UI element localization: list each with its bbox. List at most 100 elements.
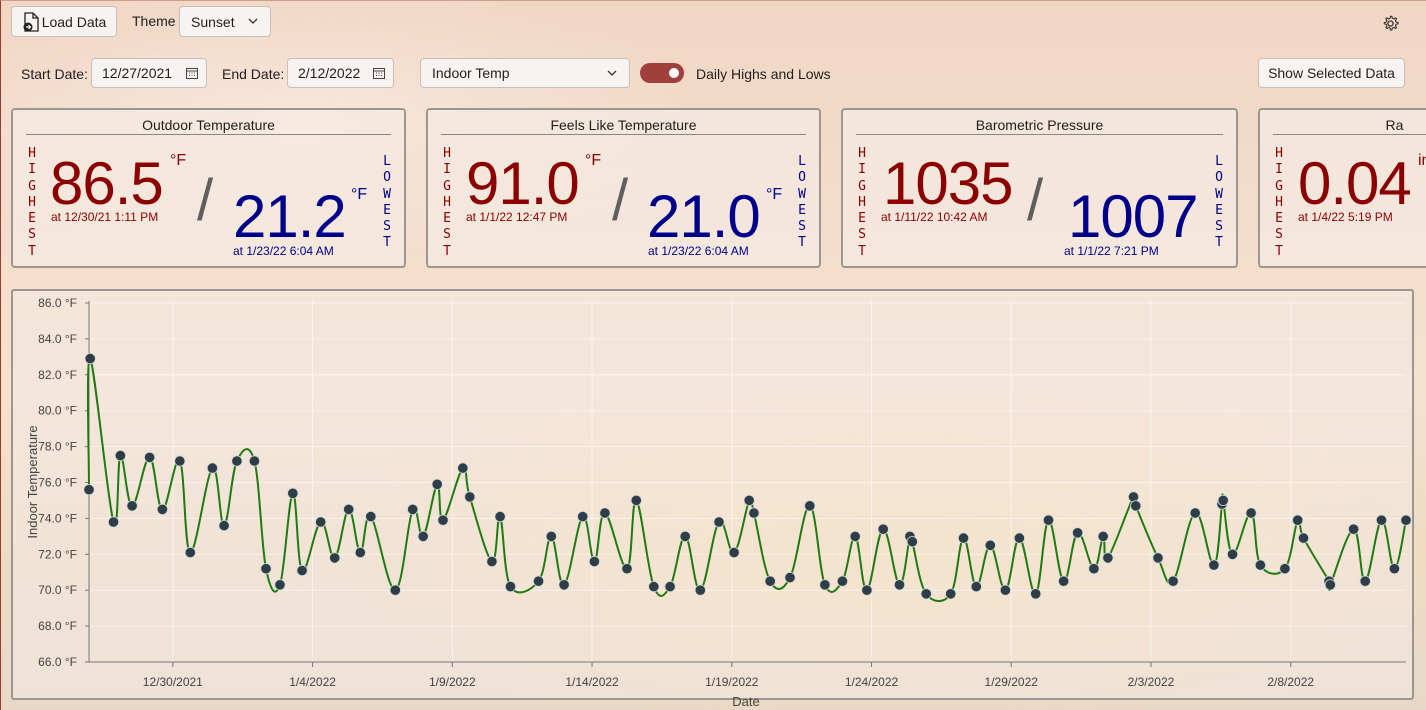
- data-point[interactable]: [1102, 552, 1114, 564]
- data-point[interactable]: [819, 579, 831, 591]
- data-point[interactable]: [1279, 563, 1291, 575]
- data-point[interactable]: [748, 507, 760, 519]
- data-point[interactable]: [764, 575, 776, 587]
- data-point[interactable]: [464, 491, 476, 503]
- y-tick-label: 66.0 °F: [38, 655, 77, 669]
- data-point[interactable]: [1152, 552, 1164, 564]
- data-point[interactable]: [558, 579, 570, 591]
- data-point[interactable]: [437, 514, 449, 526]
- data-point[interactable]: [389, 584, 401, 596]
- data-point[interactable]: [407, 503, 419, 515]
- data-point[interactable]: [1058, 575, 1070, 587]
- indoor-temperature-chart: 66.0 °F 68.0 °F 70.0 °F 72.0 °F 74.0 °F 76.0 …: [25, 296, 1412, 709]
- data-point[interactable]: [679, 530, 691, 543]
- data-point[interactable]: [957, 532, 970, 544]
- data-point[interactable]: [630, 494, 642, 506]
- data-point[interactable]: [84, 352, 96, 365]
- x-axis-title: Date: [732, 694, 759, 709]
- data-point[interactable]: [599, 507, 611, 519]
- data-point[interactable]: [984, 539, 996, 551]
- data-point[interactable]: [457, 462, 469, 474]
- data-point[interactable]: [1375, 514, 1388, 526]
- data-point[interactable]: [83, 484, 95, 496]
- data-point[interactable]: [836, 575, 849, 587]
- data-point[interactable]: [504, 580, 517, 593]
- data-point[interactable]: [274, 579, 286, 591]
- data-point[interactable]: [743, 494, 755, 506]
- y-tick-label: 74.0 °F: [38, 511, 77, 525]
- data-point[interactable]: [1030, 588, 1042, 600]
- data-point[interactable]: [861, 584, 873, 596]
- data-point[interactable]: [365, 510, 377, 523]
- data-point[interactable]: [248, 455, 260, 467]
- x-tick-labels: 12/30/2021 1/4/2022 1/9/2022 1/14/2022 1/19/…: [143, 662, 1314, 689]
- x-tick-label: 2/8/2022: [1267, 675, 1314, 689]
- data-point[interactable]: [114, 449, 127, 462]
- data-point[interactable]: [532, 575, 545, 587]
- data-point[interactable]: [329, 552, 341, 564]
- data-point[interactable]: [218, 519, 230, 532]
- data-point[interactable]: [174, 455, 186, 467]
- data-point[interactable]: [664, 580, 676, 593]
- data-point[interactable]: [1072, 527, 1084, 539]
- data-point[interactable]: [1359, 575, 1371, 587]
- data-point[interactable]: [354, 546, 366, 559]
- data-point[interactable]: [1254, 559, 1267, 571]
- data-point[interactable]: [648, 580, 660, 593]
- data-point[interactable]: [343, 503, 355, 515]
- data-point[interactable]: [877, 523, 889, 535]
- x-tick-label: 12/30/2021: [143, 675, 203, 689]
- data-point[interactable]: [231, 455, 243, 467]
- data-point[interactable]: [945, 588, 957, 600]
- data-point[interactable]: [970, 580, 982, 593]
- data-point[interactable]: [260, 563, 272, 575]
- y-tick-label: 76.0 °F: [38, 476, 77, 490]
- data-point[interactable]: [906, 536, 918, 548]
- data-point[interactable]: [287, 487, 299, 499]
- data-point[interactable]: [1226, 548, 1239, 560]
- data-point[interactable]: [1245, 507, 1257, 519]
- data-point[interactable]: [1167, 575, 1179, 587]
- data-point[interactable]: [849, 530, 861, 543]
- data-point[interactable]: [1400, 514, 1412, 526]
- data-point[interactable]: [144, 451, 156, 463]
- y-tick-label: 86.0 °F: [38, 296, 77, 310]
- data-point[interactable]: [1208, 559, 1220, 571]
- data-point[interactable]: [577, 510, 589, 523]
- data-point[interactable]: [784, 571, 796, 584]
- data-point[interactable]: [621, 563, 633, 575]
- data-point[interactable]: [184, 546, 196, 559]
- data-point[interactable]: [588, 555, 601, 568]
- data-point[interactable]: [713, 516, 725, 528]
- data-point[interactable]: [1130, 500, 1142, 512]
- data-point[interactable]: [126, 500, 138, 512]
- data-point[interactable]: [999, 584, 1012, 596]
- data-point[interactable]: [431, 478, 443, 490]
- data-point[interactable]: [1088, 563, 1100, 575]
- data-point[interactable]: [545, 530, 557, 543]
- data-point[interactable]: [1388, 563, 1401, 575]
- data-point[interactable]: [1097, 530, 1109, 543]
- data-point[interactable]: [920, 588, 932, 600]
- data-point[interactable]: [1348, 523, 1360, 535]
- data-point[interactable]: [728, 546, 740, 559]
- data-point[interactable]: [156, 503, 168, 515]
- data-point[interactable]: [486, 555, 498, 568]
- data-point[interactable]: [804, 500, 816, 512]
- data-point[interactable]: [206, 462, 218, 474]
- data-point[interactable]: [1189, 507, 1201, 519]
- y-tick-label: 70.0 °F: [38, 583, 77, 597]
- data-point[interactable]: [1324, 579, 1336, 591]
- data-point[interactable]: [1042, 514, 1055, 526]
- data-point[interactable]: [107, 516, 120, 528]
- data-point[interactable]: [694, 584, 706, 596]
- data-point[interactable]: [1297, 532, 1310, 544]
- data-point[interactable]: [1217, 494, 1229, 506]
- data-point[interactable]: [315, 516, 327, 528]
- data-point[interactable]: [417, 530, 429, 543]
- data-point[interactable]: [1013, 532, 1026, 544]
- data-point[interactable]: [1292, 514, 1304, 526]
- data-point[interactable]: [893, 579, 906, 591]
- data-point[interactable]: [494, 510, 506, 523]
- data-point[interactable]: [296, 564, 308, 577]
